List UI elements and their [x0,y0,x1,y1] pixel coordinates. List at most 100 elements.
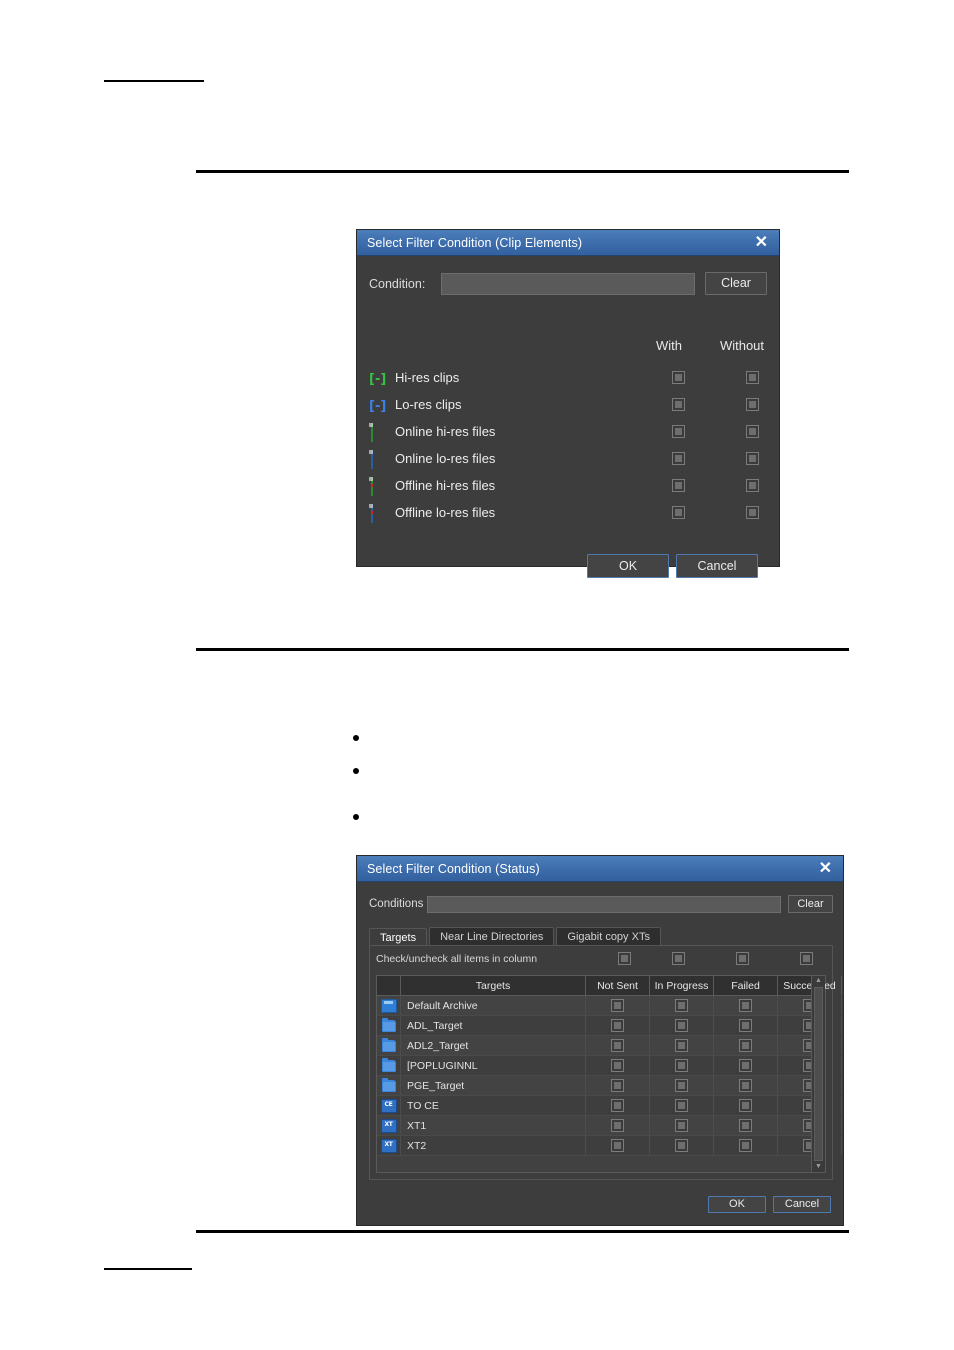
table-row[interactable]: ADL_Target [377,1016,842,1036]
page-fold [369,449,373,454]
not-sent-checkbox[interactable] [611,1039,624,1052]
failed-checkbox[interactable] [739,1139,752,1152]
checkbox-inner [675,428,682,435]
in-progress-cell [650,1016,714,1035]
table-row[interactable]: PGE_Target [377,1076,842,1096]
failed-checkbox[interactable] [739,999,752,1012]
not-sent-cell [586,1016,650,1035]
column-header-succeeded[interactable]: Succeeded [778,976,842,995]
lo-res-clip-icon: [-] [369,397,386,414]
scrollbar-thumb[interactable] [814,987,823,1161]
check-all-column-checkbox[interactable] [618,952,631,965]
column-header-not-sent[interactable]: Not Sent [586,976,650,995]
check-all-column-checkbox[interactable] [736,952,749,965]
conditions-input[interactable] [427,895,781,913]
targets-panel: Check/uncheck all items in column Target… [369,945,842,1180]
ok-button[interactable]: OK [587,554,669,578]
table-row[interactable]: [POPLUGINNL [377,1056,842,1076]
in-progress-checkbox[interactable] [675,1099,688,1112]
failed-checkbox[interactable] [739,1039,752,1052]
column-header-failed[interactable]: Failed [714,976,778,995]
select-filter-condition-status-dialog: Select Filter Condition (Status) ✕ Condi… [356,855,844,1226]
not-sent-checkbox[interactable] [611,1119,624,1132]
without-checkbox[interactable] [746,506,759,519]
target-name-cell: XT1 [401,1116,586,1135]
in-progress-checkbox[interactable] [675,1039,688,1052]
checkbox-inner [803,955,810,962]
page-fold [369,503,373,508]
with-checkbox[interactable] [672,452,685,465]
clip-element-label: Lo-res clips [395,397,462,412]
in-progress-checkbox[interactable] [675,1139,688,1152]
condition-input[interactable] [441,272,695,295]
without-checkbox[interactable] [746,398,759,411]
table-row[interactable]: XT XT2 [377,1136,842,1156]
succeeded-cell [778,1056,842,1075]
without-checkbox[interactable] [746,479,759,492]
not-sent-checkbox[interactable] [611,1059,624,1072]
in-progress-checkbox[interactable] [675,1079,688,1092]
not-sent-cell [586,996,650,1015]
not-sent-checkbox[interactable] [611,1079,624,1092]
in-progress-checkbox[interactable] [675,1019,688,1032]
succeeded-cell [778,996,842,1015]
checkbox-inner [742,1042,749,1049]
not-sent-checkbox[interactable] [611,1139,624,1152]
without-checkbox[interactable] [746,452,759,465]
without-checkbox[interactable] [746,371,759,384]
checkbox-inner [678,1102,685,1109]
failed-checkbox[interactable] [739,1019,752,1032]
close-icon[interactable]: ✕ [752,234,771,251]
check-all-column-checkbox[interactable] [672,952,685,965]
failed-checkbox[interactable] [739,1059,752,1072]
scroll-down-icon[interactable]: ▼ [815,1162,822,1172]
not-sent-checkbox[interactable] [611,1019,624,1032]
column-header-in-progress[interactable]: In Progress [650,976,714,995]
in-progress-cell [650,996,714,1015]
not-sent-checkbox[interactable] [611,999,624,1012]
failed-checkbox[interactable] [739,1079,752,1092]
failed-checkbox[interactable] [739,1099,752,1112]
not-sent-checkbox[interactable] [611,1099,624,1112]
succeeded-cell [778,1036,842,1055]
in-progress-checkbox[interactable] [675,999,688,1012]
table-row[interactable]: XT XT1 [377,1116,842,1136]
tab-near-line-directories[interactable]: Near Line Directories [429,927,555,946]
checkbox-inner [614,1042,621,1049]
checkbox-inner [742,1102,749,1109]
row-icon-cell: XT [377,1136,401,1155]
checkbox-inner [742,1062,749,1069]
with-checkbox[interactable] [672,371,685,384]
grid-header: Targets Not Sent In Progress Failed Succeede… [377,976,842,996]
row-icon-cell [377,1056,401,1075]
xt-badge-icon: XT [380,1138,397,1153]
check-all-column-checkbox[interactable] [800,952,813,965]
without-checkbox[interactable] [746,425,759,438]
with-checkbox[interactable] [672,425,685,438]
clear-button[interactable]: Clear [788,895,833,913]
with-checkbox[interactable] [672,398,685,411]
in-progress-checkbox[interactable] [675,1119,688,1132]
grid-icon-column-header [377,976,401,995]
tab-gigabit-copy-xts[interactable]: Gigabit copy XTs [556,927,661,946]
vertical-scrollbar[interactable]: ▲ ▼ [811,976,825,1172]
failed-checkbox[interactable] [739,1119,752,1132]
checkbox-inner [678,1122,685,1129]
document-page: Select Filter Condition (Clip Elements) … [0,0,954,1350]
ok-button[interactable]: OK [708,1196,766,1213]
cancel-button[interactable]: Cancel [676,554,758,578]
clear-button[interactable]: Clear [705,272,767,295]
with-checkbox[interactable] [672,479,685,492]
table-row[interactable]: CE TO CE [377,1096,842,1116]
scroll-up-icon[interactable]: ▲ [815,976,822,986]
in-progress-checkbox[interactable] [675,1059,688,1072]
archive-icon [380,998,397,1013]
clip-bracket-glyph: [-] [369,371,387,387]
with-checkbox[interactable] [672,506,685,519]
table-row[interactable]: Default Archive [377,996,842,1016]
table-row[interactable]: ADL2_Target [377,1036,842,1056]
close-icon[interactable]: ✕ [816,860,835,877]
cancel-button[interactable]: Cancel [773,1196,831,1213]
row-icon-cell [377,1036,401,1055]
column-header-targets[interactable]: Targets [401,976,586,995]
